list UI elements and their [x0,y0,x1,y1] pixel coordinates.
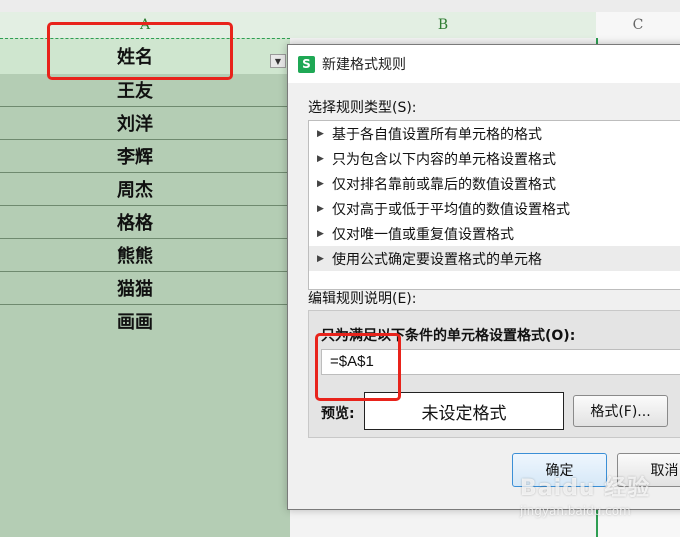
rule-type-label: 仅对唯一值或重复值设置格式 [332,226,514,243]
dialog-titlebar[interactable]: S 新建格式规则 [288,45,680,83]
wps-app-icon: S [298,55,315,73]
triangle-right-icon: ▶ [317,203,324,214]
rule-type-item-selected[interactable]: ▶ 使用公式确定要设置格式的单元格 [309,246,680,271]
cell-name[interactable]: 格格 [0,206,290,239]
rule-type-item[interactable]: ▶ 仅对唯一值或重复值设置格式 [309,221,680,246]
triangle-right-icon: ▶ [317,153,324,164]
cell-name[interactable]: 猫猫 [0,272,290,305]
rule-type-label: 仅对高于或低于平均值的数值设置格式 [332,201,570,218]
cell-name[interactable]: 熊熊 [0,239,290,272]
rule-type-item[interactable]: ▶ 仅对排名靠前或靠后的数值设置格式 [309,171,680,196]
new-format-rule-dialog: S 新建格式规则 选择规则类型(S): ▶ 基于各自值设置所有单元格的格式 ▶ 只为… [287,44,680,510]
rule-type-label: 使用公式确定要设置格式的单元格 [332,251,542,268]
cell-name[interactable]: 刘洋 [0,107,290,140]
column-header-b[interactable]: B [290,12,597,38]
rule-type-item[interactable]: ▶ 只为包含以下内容的单元格设置格式 [309,146,680,171]
highlight-box-formula [315,333,401,401]
filter-dropdown-icon[interactable]: ▼ [270,54,286,68]
baidu-jingyan-watermark: Baidu 经验 jingyan.baidu.com [520,470,670,530]
cell-name[interactable]: 周杰 [0,173,290,206]
rule-type-item[interactable]: ▶ 仅对高于或低于平均值的数值设置格式 [309,196,680,221]
rule-type-label: 基于各自值设置所有单元格的格式 [332,126,542,143]
rule-type-label: 仅对排名靠前或靠后的数值设置格式 [332,176,556,193]
triangle-right-icon: ▶ [317,128,324,139]
empty-cells-area[interactable] [0,337,290,537]
column-header-c[interactable]: C [596,12,680,38]
watermark-url: jingyan.baidu.com [520,504,631,518]
triangle-right-icon: ▶ [317,228,324,239]
watermark-logo-text: Baidu 经验 [520,476,651,501]
rule-type-label: 只为包含以下内容的单元格设置格式 [332,151,556,168]
format-button[interactable]: 格式(F)... [573,395,668,427]
triangle-right-icon: ▶ [317,253,324,264]
preview-label: 预览: [321,406,355,422]
cell-name[interactable]: 画画 [0,305,290,338]
rule-type-list[interactable]: ▶ 基于各自值设置所有单元格的格式 ▶ 只为包含以下内容的单元格设置格式 ▶ 仅对排名… [308,120,680,290]
edit-rule-description-label: 编辑规则说明(E): [308,291,417,307]
highlight-box-header [47,22,233,80]
cell-name[interactable]: 李辉 [0,140,290,173]
dialog-title: 新建格式规则 [322,57,406,73]
select-rule-type-label: 选择规则类型(S): [308,100,417,116]
triangle-right-icon: ▶ [317,178,324,189]
rule-type-item[interactable]: ▶ 基于各自值设置所有单元格的格式 [309,121,680,146]
